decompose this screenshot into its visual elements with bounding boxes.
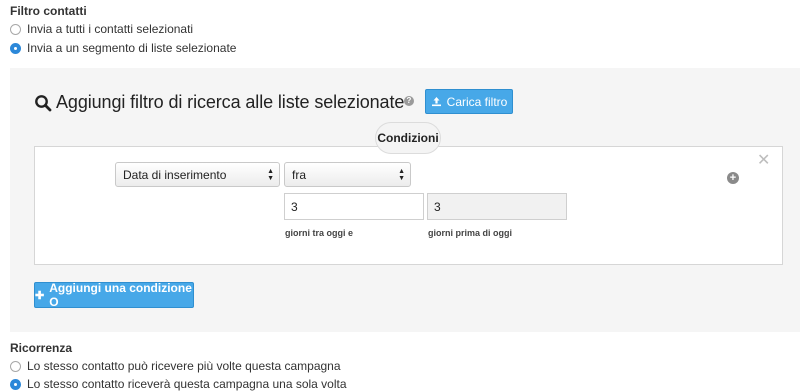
radio-send-segment[interactable]: Invia a un segmento di liste selezionate: [10, 41, 236, 55]
remove-condition-icon[interactable]: ✕: [757, 153, 770, 169]
radio-single-receive-circle[interactable]: [10, 378, 21, 390]
condition-field-select[interactable]: Data di inserimento ▲ ▼: [115, 162, 280, 187]
radio-send-all-circle[interactable]: [10, 23, 21, 35]
radio-single-receive-label[interactable]: Lo stesso contatto riceverà questa campa…: [27, 377, 347, 391]
filtro-contatti-title: Filtro contatti: [10, 4, 87, 18]
ricorrenza-title: Ricorrenza: [10, 341, 73, 355]
select-arrows-icon: ▲ ▼: [267, 168, 274, 182]
search-filter-header: Aggiungi filtro di ricerca alle liste se…: [34, 92, 404, 113]
condition-operator-select[interactable]: fra ▲ ▼: [284, 162, 411, 187]
add-and-condition-icon[interactable]: +: [727, 172, 739, 184]
radio-send-segment-circle[interactable]: [10, 42, 21, 54]
help-icon[interactable]: ?: [404, 96, 414, 106]
plus-icon: ✚: [35, 289, 45, 302]
radio-send-all-label[interactable]: Invia a tutti i contatti selezionati: [27, 22, 193, 36]
add-or-condition-button[interactable]: ✚ Aggiungi una condizione O: [34, 281, 194, 309]
radio-single-receive[interactable]: Lo stesso contatto riceverà questa campa…: [10, 377, 347, 391]
search-icon: [35, 94, 52, 111]
radio-send-segment-label[interactable]: Invia a un segmento di liste selezionate: [27, 41, 236, 55]
load-filter-label: Carica filtro: [446, 94, 508, 109]
select-arrows-icon: ▲ ▼: [398, 168, 405, 182]
radio-multiple-receive[interactable]: Lo stesso contatto può ricevere più volt…: [10, 359, 341, 373]
days-between-input[interactable]: 3: [284, 193, 424, 220]
days-between-hint: giorni tra oggi e: [285, 228, 354, 238]
load-filter-button[interactable]: Carica filtro: [425, 89, 513, 114]
condition-operator-value: fra: [292, 167, 307, 182]
radio-multiple-receive-circle[interactable]: [10, 360, 21, 372]
radio-send-all[interactable]: Invia a tutti i contatti selezionati: [10, 22, 193, 36]
condition-field-value: Data di inserimento: [123, 167, 227, 182]
search-filter-title: Aggiungi filtro di ricerca alle liste se…: [56, 92, 405, 112]
days-before-input[interactable]: 3: [427, 193, 567, 220]
add-or-condition-label: Aggiungi una condizione O: [49, 281, 192, 309]
conditions-label: Condizioni: [375, 122, 441, 154]
radio-multiple-receive-label[interactable]: Lo stesso contatto può ricevere più volt…: [27, 359, 341, 373]
upload-icon: [431, 97, 441, 107]
days-before-hint: giorni prima di oggi: [428, 228, 512, 238]
